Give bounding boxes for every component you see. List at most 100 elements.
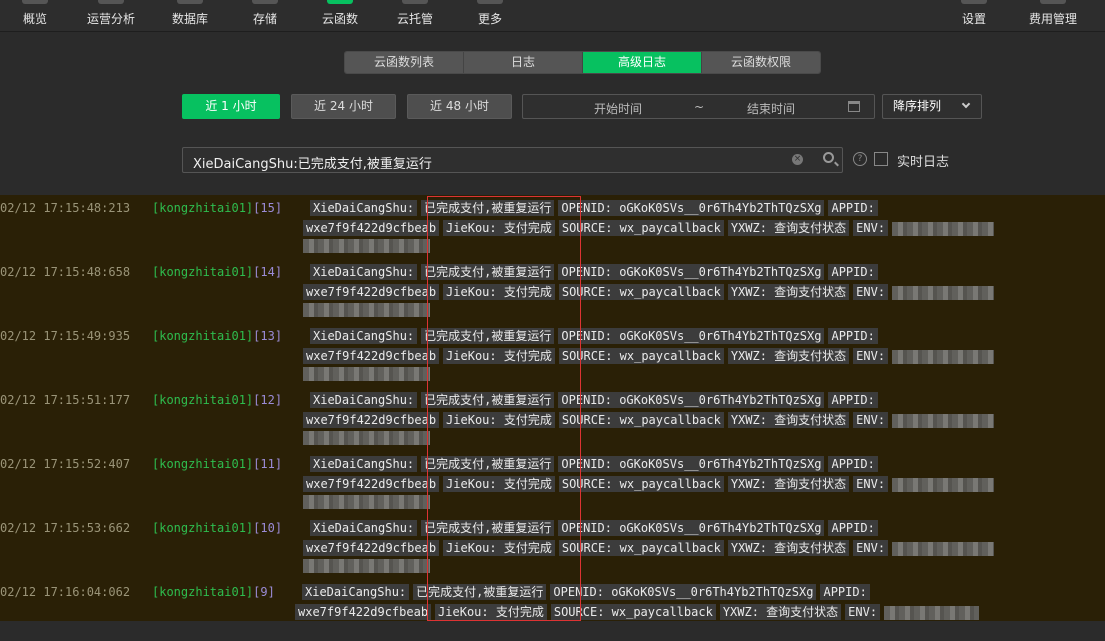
tab-logs[interactable]: 日志 <box>464 52 583 73</box>
log-source: [kongzhitai01][13] <box>152 329 282 343</box>
toolbar-overview[interactable]: 概览 <box>0 0 70 32</box>
log-message: 已完成支付,被重复运行 <box>421 200 555 216</box>
log-openid: OPENID: oGKoK0SVs__0r6Th4Yb2ThTQzSXg <box>550 584 817 600</box>
log-source-name: [kongzhitai01] <box>152 393 254 407</box>
toolbar-database-label: 数据库 <box>171 12 208 26</box>
log-entry: 02/12 17:16:04:062 [kongzhitai01][9] XieDa… <box>0 579 1105 621</box>
log-entry: 02/12 17:15:51:177 [kongzhitai01][12] XieD… <box>0 387 1105 451</box>
function-tabs: 云函数列表 日志 高级日志 云函数权限 <box>344 51 821 74</box>
log-appid-key: APPID: <box>828 264 878 280</box>
start-time-field[interactable]: 开始时间 <box>594 100 642 117</box>
log-env-key: ENV: <box>853 348 889 364</box>
toolbar-analytics-label: 运营分析 <box>86 12 135 26</box>
last-1h-button[interactable]: 近 1 小时 <box>182 94 280 119</box>
top-toolbar: 概览 运营分析 数据库 存储 云函数 云托管 更多 设置 费用管理 <box>0 0 1105 32</box>
toolbar-cloud-functions-label: 云函数 <box>321 12 358 26</box>
database-icon <box>177 0 203 4</box>
storage-icon <box>252 0 278 4</box>
log-env-key: ENV: <box>853 220 889 236</box>
log-appid-key: APPID: <box>828 456 878 472</box>
toolbar-analytics[interactable]: 运营分析 <box>76 0 146 32</box>
tab-function-permissions[interactable]: 云函数权限 <box>702 52 820 73</box>
log-search-input[interactable]: XieDaiCangShu:已完成支付,被重复运行 × <box>182 147 843 173</box>
log-appid-key: APPID: <box>828 328 878 344</box>
settings-icon <box>961 0 987 4</box>
log-timestamp: 02/12 17:15:53:662 <box>0 521 131 535</box>
billing-icon <box>1040 0 1066 4</box>
realtime-log-checkbox[interactable] <box>874 152 888 166</box>
log-timestamp: 02/12 17:15:48:213 <box>0 201 131 215</box>
toolbar-billing[interactable]: 费用管理 <box>1018 0 1088 32</box>
log-source-field: SOURCE: wx_paycallback <box>558 412 724 428</box>
log-seq: [15] <box>253 201 283 215</box>
log-timestamp: 02/12 17:15:49:935 <box>0 329 131 343</box>
tab-function-list[interactable]: 云函数列表 <box>345 52 464 73</box>
redacted-env <box>892 413 995 428</box>
log-source: [kongzhitai01][9] <box>152 585 275 599</box>
toolbar-billing-label: 费用管理 <box>1028 12 1077 26</box>
log-openid: OPENID: oGKoK0SVs__0r6Th4Yb2ThTQzSXg <box>558 392 825 408</box>
sort-order-select[interactable]: 降序排列 <box>882 94 982 119</box>
log-source-name: [kongzhitai01] <box>152 457 254 471</box>
log-key: XieDaiCangShu: <box>310 456 418 472</box>
log-yxwz: YXWZ: 查询支付状态 <box>727 412 850 428</box>
clear-icon[interactable]: × <box>792 154 803 165</box>
sort-order-label: 降序排列 <box>893 99 942 113</box>
log-appid: wxe7f9f422d9cfbeab <box>303 284 440 300</box>
analytics-icon <box>98 0 124 4</box>
log-openid: OPENID: oGKoK0SVs__0r6Th4Yb2ThTQzSXg <box>558 328 825 344</box>
log-message: 已完成支付,被重复运行 <box>421 520 555 536</box>
toolbar-more-label: 更多 <box>477 12 502 26</box>
tab-advanced-logs[interactable]: 高级日志 <box>583 52 702 73</box>
redacted-env <box>892 285 995 300</box>
cloud-function-icon <box>327 0 353 4</box>
redacted-env <box>892 477 995 492</box>
cloud-hosting-icon <box>402 0 428 4</box>
toolbar-more[interactable]: 更多 <box>455 0 525 32</box>
log-appid-key: APPID: <box>828 200 878 216</box>
log-key: XieDaiCangShu: <box>310 392 418 408</box>
date-range-picker[interactable]: 开始时间 ~ 结束时间 <box>522 94 875 119</box>
log-source-name: [kongzhitai01] <box>152 329 254 343</box>
chevron-down-icon <box>961 99 971 109</box>
last-48h-button[interactable]: 近 48 小时 <box>407 94 512 119</box>
log-panel: 02/12 17:15:48:213 [kongzhitai01][15] XieD… <box>0 195 1105 621</box>
redacted-env <box>892 349 995 364</box>
log-yxwz: YXWZ: 查询支付状态 <box>727 540 850 556</box>
log-timestamp: 02/12 17:15:48:658 <box>0 265 131 279</box>
log-source-name: [kongzhitai01] <box>152 265 254 279</box>
toolbar-storage[interactable]: 存储 <box>230 0 300 32</box>
search-icon[interactable] <box>823 152 834 163</box>
log-jiekou: JieKou: 支付完成 <box>443 412 555 428</box>
log-yxwz: YXWZ: 查询支付状态 <box>727 476 850 492</box>
log-jiekou: JieKou: 支付完成 <box>443 284 555 300</box>
redacted-value <box>303 494 430 509</box>
toolbar-settings[interactable]: 设置 <box>939 0 1009 32</box>
log-seq: [9] <box>253 585 275 599</box>
log-message: 已完成支付,被重复运行 <box>421 456 555 472</box>
log-message: 已完成支付,被重复运行 <box>413 584 547 600</box>
redacted-value <box>303 366 430 381</box>
last-24h-button[interactable]: 近 24 小时 <box>291 94 396 119</box>
help-icon[interactable]: ? <box>853 152 867 166</box>
log-jiekou: JieKou: 支付完成 <box>443 476 555 492</box>
toolbar-cloud-functions[interactable]: 云函数 <box>305 0 375 32</box>
log-message: 已完成支付,被重复运行 <box>421 264 555 280</box>
log-appid-key: APPID: <box>828 520 878 536</box>
log-jiekou: JieKou: 支付完成 <box>443 220 555 236</box>
log-key: XieDaiCangShu: <box>302 584 410 600</box>
log-openid: OPENID: oGKoK0SVs__0r6Th4Yb2ThTQzSXg <box>558 456 825 472</box>
log-appid-key: APPID: <box>820 584 870 600</box>
toolbar-cloud-hosting[interactable]: 云托管 <box>380 0 450 32</box>
log-seq: [13] <box>253 329 283 343</box>
redacted-env <box>892 221 995 236</box>
log-source: [kongzhitai01][15] <box>152 201 282 215</box>
log-yxwz: YXWZ: 查询支付状态 <box>727 348 850 364</box>
toolbar-database[interactable]: 数据库 <box>155 0 225 32</box>
log-key: XieDaiCangShu: <box>310 520 418 536</box>
log-source-field: SOURCE: wx_paycallback <box>558 284 724 300</box>
log-env-key: ENV: <box>853 476 889 492</box>
log-source-field: SOURCE: wx_paycallback <box>550 604 716 620</box>
log-entry: 02/12 17:15:48:658 [kongzhitai01][14] XieD… <box>0 259 1105 323</box>
end-time-field[interactable]: 结束时间 <box>747 100 795 117</box>
